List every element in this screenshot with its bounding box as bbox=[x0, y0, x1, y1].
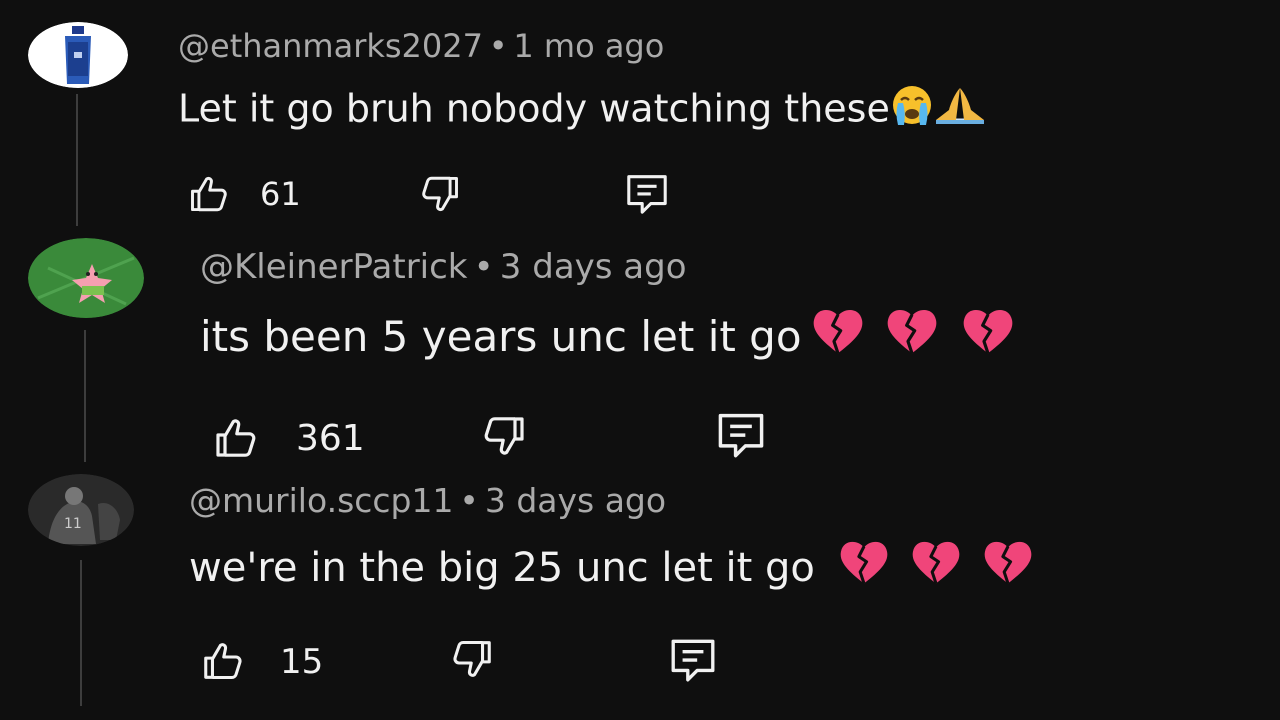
username[interactable]: @ethanmarks2027 bbox=[178, 27, 483, 65]
thread-line bbox=[76, 94, 78, 226]
thread-line bbox=[80, 560, 82, 706]
like-count: 15 bbox=[280, 642, 324, 682]
like-icon[interactable] bbox=[192, 638, 254, 684]
username[interactable]: @murilo.sccp11 bbox=[189, 481, 453, 520]
comment-text: we're in the big 25 unc let it go bbox=[189, 540, 1044, 593]
comment-thread: { "comments": [ { "username": "@ethanmar… bbox=[0, 0, 1280, 720]
avatar[interactable] bbox=[28, 22, 128, 88]
username[interactable]: @KleinerPatrick bbox=[200, 247, 468, 287]
separator: • bbox=[488, 27, 508, 65]
folded-hands-emoji bbox=[934, 86, 986, 132]
crying-face-emoji bbox=[890, 84, 934, 132]
thread-line bbox=[84, 330, 86, 462]
comment-body: Let it go bruh nobody watching these bbox=[178, 86, 890, 131]
separator: • bbox=[459, 481, 479, 520]
comment-meta: @murilo.sccp11 • 3 days ago bbox=[189, 484, 666, 517]
timestamp[interactable]: 1 mo ago bbox=[513, 27, 664, 65]
reply-icon[interactable] bbox=[620, 170, 674, 216]
broken-heart-emoji bbox=[802, 308, 874, 363]
broken-heart-emoji bbox=[972, 540, 1044, 593]
dislike-icon[interactable] bbox=[440, 636, 504, 682]
timestamp[interactable]: 3 days ago bbox=[500, 247, 687, 287]
avatar[interactable]: 11 bbox=[28, 474, 134, 546]
comment-meta: @KleinerPatrick • 3 days ago bbox=[200, 250, 687, 284]
comment-text: Let it go bruh nobody watching these bbox=[178, 84, 986, 132]
reply-icon[interactable] bbox=[710, 408, 772, 460]
dislike-icon[interactable] bbox=[410, 172, 470, 216]
like-count: 361 bbox=[296, 418, 365, 459]
like-icon[interactable] bbox=[180, 172, 238, 216]
timestamp[interactable]: 3 days ago bbox=[485, 481, 666, 520]
broken-heart-emoji bbox=[950, 308, 1026, 363]
avatar[interactable] bbox=[28, 238, 144, 318]
comment-body: we're in the big 25 unc let it go bbox=[189, 545, 828, 592]
separator: • bbox=[473, 247, 494, 287]
svg-text:11: 11 bbox=[64, 516, 82, 532]
like-icon[interactable] bbox=[203, 414, 269, 462]
comment-text: its been 5 years unc let it go bbox=[200, 308, 1026, 363]
broken-heart-emoji bbox=[900, 540, 972, 593]
broken-heart-emoji bbox=[828, 540, 900, 593]
comment-body: its been 5 years unc let it go bbox=[200, 311, 802, 361]
broken-heart-emoji bbox=[874, 308, 950, 363]
comment-meta: @ethanmarks2027 • 1 mo ago bbox=[178, 30, 664, 62]
dislike-icon[interactable] bbox=[470, 412, 538, 460]
reply-icon[interactable] bbox=[664, 634, 722, 684]
like-count: 61 bbox=[260, 175, 301, 213]
